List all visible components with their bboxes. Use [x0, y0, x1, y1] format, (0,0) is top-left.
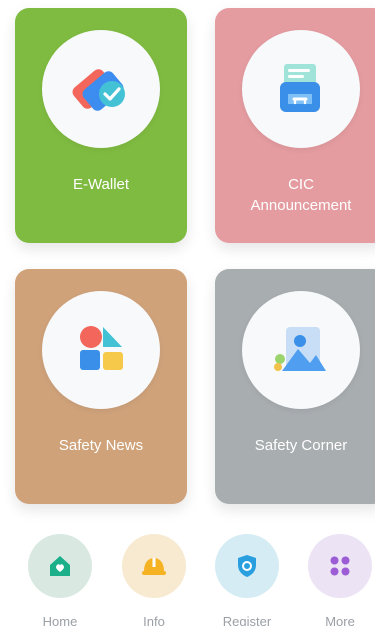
- card-icon-circle: [242, 30, 360, 148]
- nav-item-register[interactable]: Register: [207, 534, 287, 626]
- nav-label: More: [325, 614, 355, 626]
- nav-label: Home: [42, 614, 78, 626]
- picture-icon: [274, 327, 326, 371]
- nav-item-info[interactable]: Info: [114, 534, 194, 626]
- card-label: Safety News: [58, 437, 144, 454]
- hardhat-icon: [142, 558, 166, 575]
- home-screen: E-Wallet CIC Announcement Safety News Sa…: [0, 0, 375, 626]
- nav-item-home[interactable]: Home: [20, 534, 100, 626]
- shield-icon: [238, 555, 256, 577]
- inbox-icon: [280, 64, 320, 112]
- card-icon-circle: [42, 30, 160, 148]
- nav-icon-circle: [28, 534, 92, 598]
- card-icon-circle: [242, 291, 360, 409]
- bottom-nav: Home Info Register More: [0, 534, 375, 626]
- card-label: CIC Announcement: [250, 176, 352, 214]
- nav-icon-circle: [122, 534, 186, 598]
- nav-label: Register: [222, 614, 272, 626]
- home-icon: [50, 556, 70, 576]
- nav-item-more[interactable]: More: [300, 534, 375, 626]
- card-cic-announcement[interactable]: CIC Announcement: [215, 8, 375, 243]
- card-label: E-Wallet: [72, 176, 130, 193]
- nav-icon-circle: [215, 534, 279, 598]
- nav-label: Info: [143, 614, 165, 626]
- shapes-icon: [80, 326, 123, 370]
- card-safety-corner[interactable]: Safety Corner: [215, 269, 375, 504]
- card-e-wallet[interactable]: E-Wallet: [15, 8, 187, 243]
- card-icon-circle: [42, 291, 160, 409]
- grid-dots-icon: [330, 556, 350, 576]
- card-safety-news[interactable]: Safety News: [15, 269, 187, 504]
- nav-icon-circle: [308, 534, 372, 598]
- card-label: Safety Corner: [254, 437, 348, 454]
- wallet-icon: [72, 69, 125, 111]
